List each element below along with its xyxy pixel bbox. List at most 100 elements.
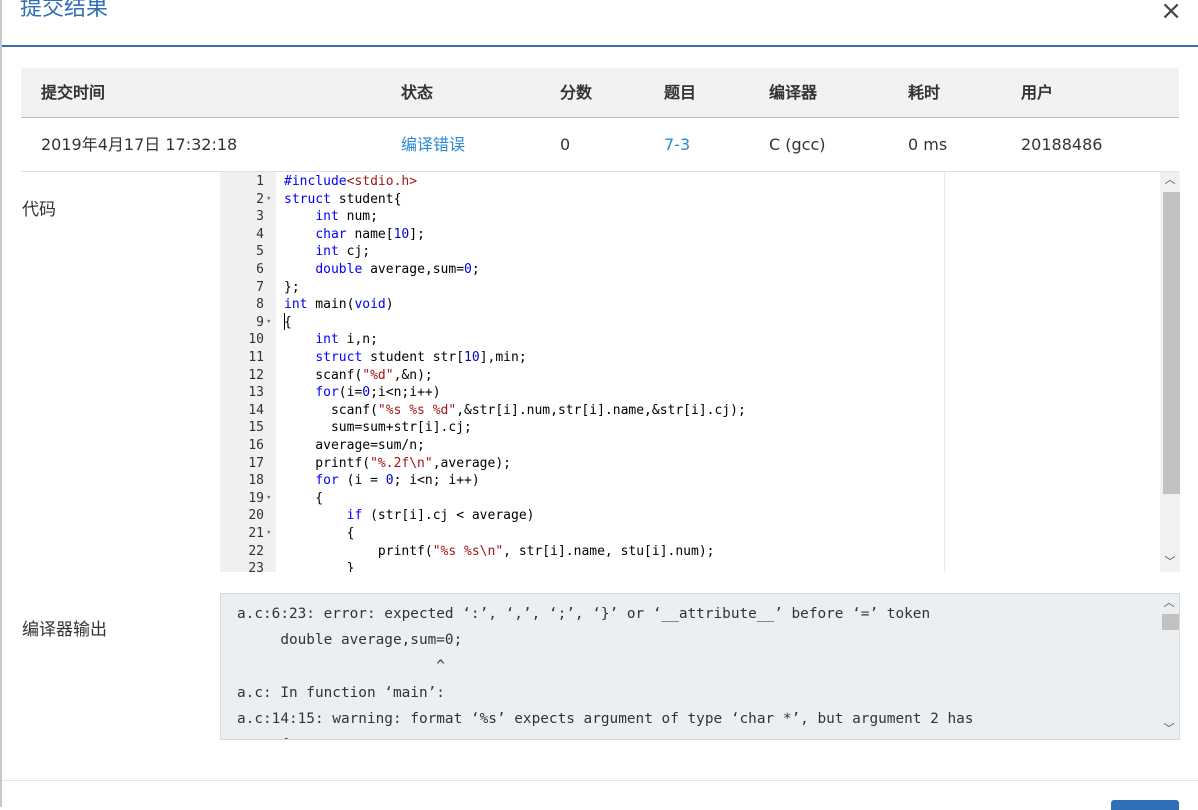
scroll-down-icon[interactable]: ﹀ xyxy=(1160,554,1180,570)
code-text: for(i=0;i<n;i++) xyxy=(315,385,441,401)
code-label: 代码 xyxy=(22,200,56,220)
header-problem: 题目 xyxy=(664,83,697,102)
submission-result-modal: 提交结果 × 提交时间 状态 分数 题目 编译器 耗时 用户 2019年4月17… xyxy=(2,0,1198,810)
code-line: 17 printf("%.2f\n",average); xyxy=(220,455,940,473)
fold-toggle-icon[interactable]: ▾ xyxy=(266,525,276,543)
output-line: a.c: In function ‘main’: xyxy=(237,684,445,701)
code-text: } xyxy=(284,561,355,572)
line-number: 8 xyxy=(256,297,264,313)
line-number: 22 xyxy=(248,543,264,559)
modal-title: 提交结果 xyxy=(20,0,109,21)
line-number: 9 xyxy=(256,314,264,330)
submission-table: 提交时间 状态 分数 题目 编译器 耗时 用户 2019年4月17日 17:32… xyxy=(21,68,1179,172)
line-number: 23 xyxy=(248,561,264,572)
code-editor[interactable]: 1 #include<stdio.h> 2 ▾ struct student{3 int… xyxy=(220,172,1180,572)
compiler-output-label: 编译器输出 xyxy=(22,620,107,640)
text-cursor xyxy=(284,312,285,331)
compiler-output-panel[interactable]: a.c:6:23: error: expected ‘:’, ‘,’, ‘;’,… xyxy=(220,593,1180,740)
line-number: 15 xyxy=(248,420,264,436)
line-number: 16 xyxy=(248,438,264,453)
line-number: 10 xyxy=(248,332,264,348)
fold-toggle-icon[interactable]: ▾ xyxy=(266,490,276,508)
code-line: 19 ▾ { xyxy=(220,490,940,508)
code-text: average=sum/n; xyxy=(284,438,425,453)
line-number: 19 xyxy=(248,490,264,506)
header-duration: 耗时 xyxy=(908,83,941,102)
code-line: 14 scanf("%s %s %d",&str[i].num,str[i].n… xyxy=(220,402,940,420)
problem-link[interactable]: 7-3 xyxy=(664,118,690,171)
modal-header: 提交结果 × xyxy=(2,0,1198,47)
code-text: char name[10]; xyxy=(315,226,425,242)
code-text: { xyxy=(284,314,292,330)
line-number: 14 xyxy=(248,402,264,418)
line-number: 11 xyxy=(248,350,264,365)
editor-scrollbar[interactable]: ︿ ﹀ xyxy=(1160,172,1180,572)
line-number: 17 xyxy=(248,455,264,471)
output-scroll-thumb[interactable] xyxy=(1162,614,1179,630)
output-line: ^ xyxy=(237,658,445,675)
code-line: 13 for(i=0;i<n;i++) xyxy=(220,384,940,402)
cell-duration: 0 ms xyxy=(908,135,948,154)
code-line: 11 struct student str[10],min; xyxy=(220,349,940,367)
code-line: 20 if (str[i].cj < average) xyxy=(220,507,940,525)
code-text: scanf("%s %s %d",&str[i].num,str[i].name… xyxy=(284,402,746,418)
output-scrollbar[interactable]: ︿ ﹀ xyxy=(1159,594,1179,739)
code-text: int cj; xyxy=(315,244,371,260)
editor-scroll-thumb[interactable] xyxy=(1163,192,1180,494)
close-icon[interactable]: × xyxy=(1160,0,1182,26)
code-text: printf("%s %s\n", str[i].name, stu[i].nu… xyxy=(284,543,715,559)
code-text: }; xyxy=(284,279,300,295)
output-line: a.c:6:23: error: expected ‘:’, ‘,’, ‘;’,… xyxy=(237,606,931,622)
code-line: 5 int cj; xyxy=(220,243,940,261)
line-number: 3 xyxy=(256,209,264,225)
code-text: if (str[i].cj < average) xyxy=(346,508,535,524)
code-text: struct student{ xyxy=(284,191,402,207)
print-margin xyxy=(944,172,945,572)
line-number: 20 xyxy=(248,508,264,524)
line-number: 12 xyxy=(248,367,264,383)
code-line: 7}; xyxy=(220,279,940,297)
code-line: 23 } xyxy=(220,560,940,572)
code-line: 8 int main(void) xyxy=(220,296,940,314)
output-scroll-down-icon[interactable]: ﹀ xyxy=(1159,721,1179,737)
header-compiler: 编译器 xyxy=(769,83,818,102)
output-line: { xyxy=(237,732,289,739)
line-number: 5 xyxy=(256,244,264,260)
cell-score: 0 xyxy=(560,135,571,154)
code-text: int main(void) xyxy=(284,297,394,313)
line-number: 2 xyxy=(256,191,264,207)
code-text: sum=sum+str[i].cj; xyxy=(284,420,472,436)
output-line: double average,sum=0; xyxy=(237,632,463,649)
fold-toggle-icon[interactable]: ▾ xyxy=(266,314,276,332)
code-text: { xyxy=(284,490,324,506)
cell-submit-time: 2019年4月17日 17:32:18 xyxy=(41,135,238,154)
footer-button[interactable] xyxy=(1111,800,1179,810)
output-scroll-up-icon[interactable]: ︿ xyxy=(1159,595,1179,611)
table-header: 提交时间 状态 分数 题目 编译器 耗时 用户 xyxy=(21,68,1179,118)
code-line: 15 sum=sum+str[i].cj; xyxy=(220,419,940,437)
status-link[interactable]: 编译错误 xyxy=(401,118,465,171)
footer-divider xyxy=(2,780,1198,781)
code-line: 22 printf("%s %s\n", str[i].name, stu[i]… xyxy=(220,543,940,561)
code-line: 21 ▾ { xyxy=(220,525,940,543)
code-text: for (i = 0; i<n; i++) xyxy=(315,473,480,489)
code-line: 18 for (i = 0; i<n; i++) xyxy=(220,472,940,490)
code-line: 10 int i,n; xyxy=(220,331,940,349)
code-text: struct student str[10],min; xyxy=(315,350,527,365)
code-line: 9 ▾ { xyxy=(220,314,940,332)
code-text: { xyxy=(284,526,355,541)
code-line: 3 int num; xyxy=(220,208,940,226)
code-line: 6 double average,sum=0; xyxy=(220,261,940,279)
output-line: a.c:14:15: warning: format ‘%s’ expects … xyxy=(237,710,974,727)
header-submit-time: 提交时间 xyxy=(41,83,106,102)
code-line: 2 ▾ struct student{ xyxy=(220,191,940,209)
code-text: int i,n; xyxy=(315,332,378,348)
code-text: #include<stdio.h> xyxy=(284,174,418,189)
header-status: 状态 xyxy=(401,83,434,102)
fold-toggle-icon[interactable]: ▾ xyxy=(266,191,276,209)
code-line: 4 char name[10]; xyxy=(220,226,940,244)
cell-user: 20188486 xyxy=(1021,135,1103,154)
scroll-up-icon[interactable]: ︿ xyxy=(1160,172,1180,188)
code-line: 1 #include<stdio.h> xyxy=(220,173,940,191)
line-number: 13 xyxy=(248,385,264,401)
